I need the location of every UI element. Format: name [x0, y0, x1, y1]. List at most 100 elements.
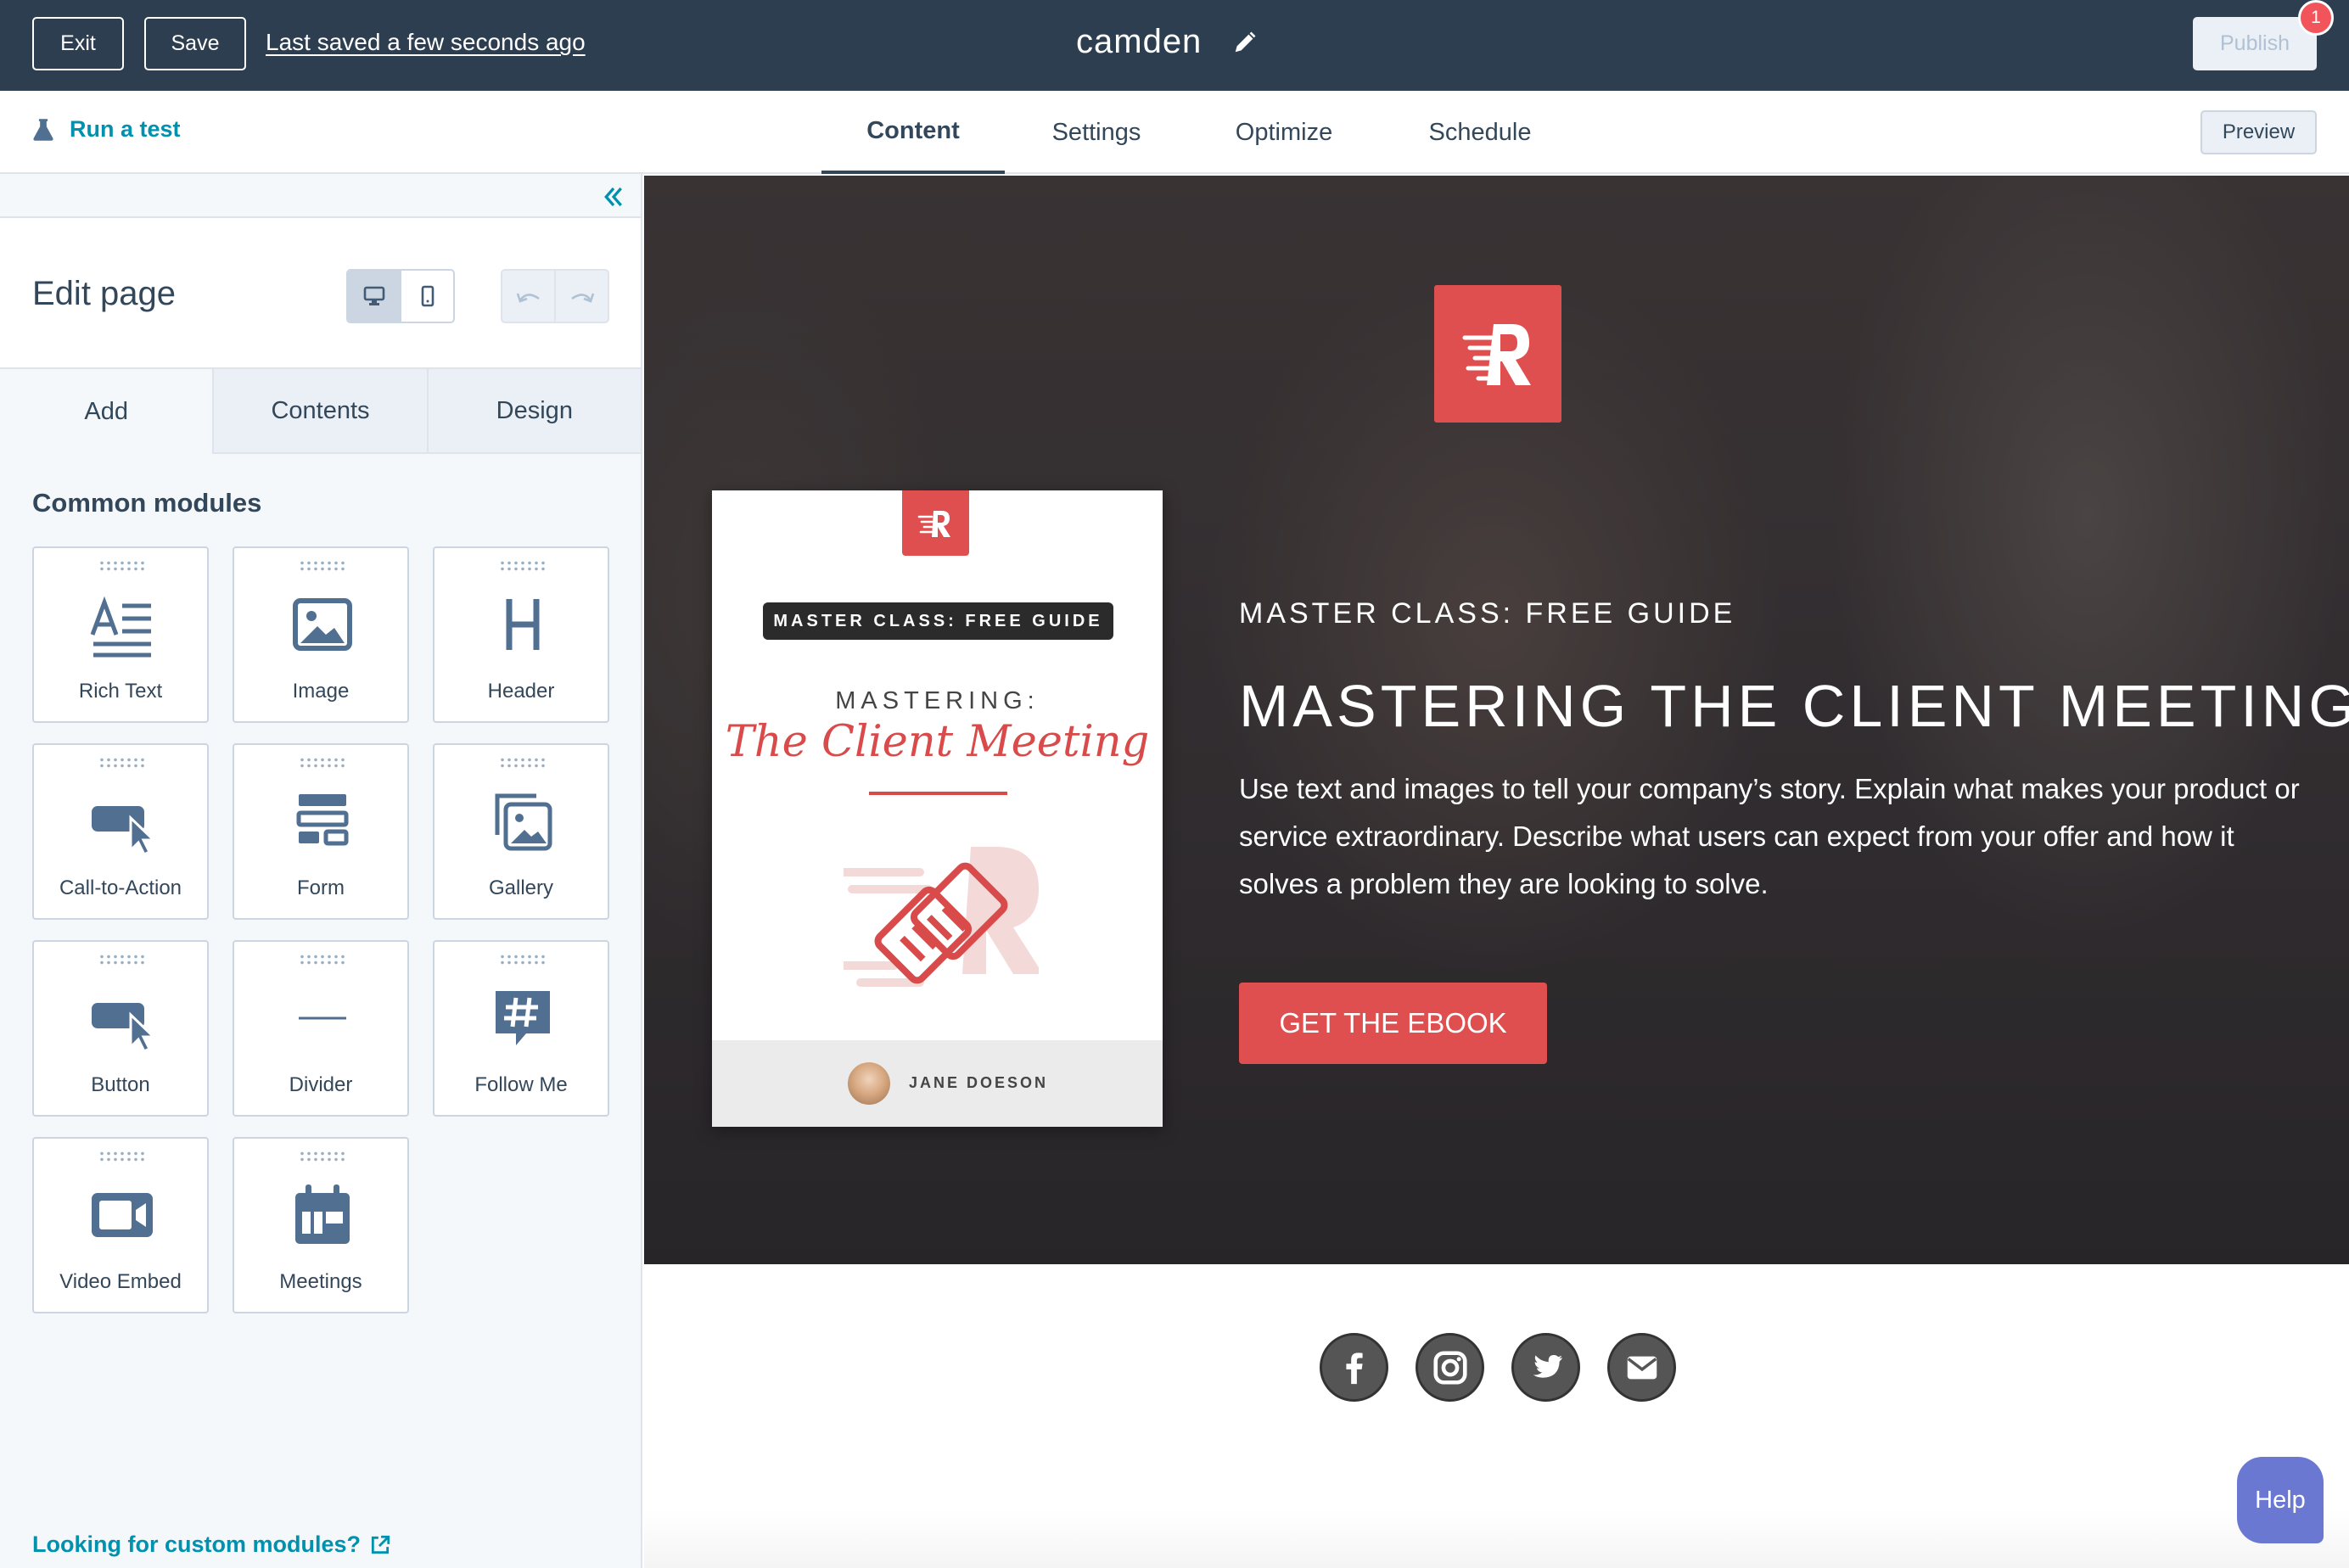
hero-eyebrow[interactable]: MASTER CLASS: FREE GUIDE: [1239, 597, 1735, 630]
hashtag-icon: [496, 991, 550, 1045]
book-client-meeting: The Client Meeting: [725, 717, 1150, 767]
tab-schedule[interactable]: Schedule: [1380, 91, 1580, 174]
desktop-icon: [363, 286, 384, 305]
desktop-view-button[interactable]: [348, 271, 400, 322]
tab-content[interactable]: Content: [821, 91, 1005, 174]
hero-body-text[interactable]: Use text and images to tell your company…: [1239, 765, 2300, 908]
sidebar-tabs: Add Contents Design: [0, 369, 641, 454]
get-ebook-button[interactable]: GET THE EBOOK: [1239, 983, 1547, 1064]
run-test-label: Run a test: [70, 116, 181, 142]
canvas-footer-edge: [644, 1510, 2349, 1568]
book-author-bar: JANE DOESON: [712, 1040, 1163, 1127]
module-image[interactable]: Image: [233, 546, 409, 723]
collapse-double-chevron-icon[interactable]: [601, 184, 626, 210]
device-toggle: [346, 269, 455, 323]
module-label: Divider: [289, 1073, 353, 1096]
notification-badge: 1: [2298, 0, 2334, 36]
top-bar: Exit Save Last saved a few seconds ago c…: [0, 0, 2349, 91]
module-divider[interactable]: Divider: [233, 940, 409, 1117]
exit-button[interactable]: Exit: [32, 17, 124, 70]
redo-icon: [570, 293, 594, 303]
undo-icon: [516, 293, 540, 303]
common-modules-heading: Common modules: [32, 488, 262, 518]
custom-modules-link[interactable]: Looking for custom modules?: [32, 1532, 391, 1558]
module-label: Video Embed: [59, 1270, 182, 1293]
flask-icon: [33, 118, 53, 141]
author-avatar: [848, 1062, 890, 1105]
drag-handle-icon: [499, 560, 547, 572]
drag-handle-icon: [98, 954, 146, 966]
tab-settings[interactable]: Settings: [1005, 91, 1188, 174]
drag-handle-icon: [98, 1151, 146, 1162]
last-saved-link[interactable]: Last saved a few seconds ago: [266, 29, 586, 56]
brand-logo-icon: [1462, 324, 1531, 385]
module-header[interactable]: Header: [433, 546, 609, 723]
tab-design[interactable]: Design: [426, 369, 641, 454]
instagram-icon[interactable]: [1416, 1333, 1484, 1402]
edit-sidebar: Edit page Add Contents Design Common mod…: [0, 174, 642, 1568]
drag-handle-icon: [299, 560, 346, 572]
publish-button[interactable]: Publish: [2193, 17, 2317, 70]
module-follow-me[interactable]: Follow Me: [433, 940, 609, 1117]
sidebar-collapse-row: [0, 174, 641, 218]
book-divider: [869, 792, 1007, 795]
book-author: JANE DOESON: [909, 1074, 1049, 1091]
hero-title[interactable]: MASTERING THE CLIENT MEETING: [1239, 672, 2349, 740]
sidebar-title: Edit page: [32, 275, 177, 312]
module-form[interactable]: Form: [233, 743, 409, 920]
module-rich-text[interactable]: Rich Text: [32, 546, 209, 723]
edit-header: Edit page: [0, 218, 641, 369]
pencil-icon[interactable]: [1232, 30, 1258, 55]
help-button[interactable]: Help: [2237, 1457, 2324, 1543]
header-icon: [506, 599, 540, 650]
module-meetings[interactable]: Meetings: [233, 1137, 409, 1313]
drag-handle-icon: [299, 1151, 346, 1162]
hero-section[interactable]: MASTER CLASS: FREE GUIDE MASTERING: The …: [644, 176, 2349, 1264]
book-mastering: MASTERING:: [835, 687, 1040, 714]
module-button[interactable]: Button: [32, 940, 209, 1117]
tab-optimize[interactable]: Optimize: [1188, 91, 1380, 174]
handshake-icon: [844, 847, 1039, 987]
drag-handle-icon: [299, 954, 346, 966]
module-label: Button: [91, 1073, 150, 1096]
module-label: Header: [487, 680, 555, 703]
module-label: Gallery: [488, 876, 554, 899]
book-pill: MASTER CLASS: FREE GUIDE: [763, 602, 1113, 640]
editor-nav: Run a test Content Settings Optimize Sch…: [0, 91, 2349, 174]
module-label: Rich Text: [78, 680, 163, 703]
drag-handle-icon: [98, 560, 146, 572]
form-icon: [296, 794, 349, 846]
twitter-icon[interactable]: [1511, 1333, 1580, 1402]
brand-logo: [1434, 285, 1561, 423]
calendar-icon: [295, 1184, 350, 1244]
undo-redo-group: [501, 269, 609, 323]
module-call-to-action[interactable]: Call-to-Action: [32, 743, 209, 920]
tab-add[interactable]: Add: [0, 369, 213, 454]
page-name: camden: [1076, 23, 1203, 60]
module-label: Image: [292, 680, 350, 703]
module-gallery[interactable]: Gallery: [433, 743, 609, 920]
save-button[interactable]: Save: [144, 17, 246, 70]
button-icon: [92, 1003, 156, 1052]
gallery-icon: [495, 793, 552, 851]
drag-handle-icon: [499, 757, 547, 769]
module-label: Form: [297, 876, 345, 899]
module-video-embed[interactable]: Video Embed: [32, 1137, 209, 1313]
drag-handle-icon: [499, 954, 547, 966]
email-icon[interactable]: [1607, 1333, 1676, 1402]
divider-icon: [299, 1016, 346, 1020]
custom-modules-label: Looking for custom modules?: [32, 1532, 362, 1557]
redo-button[interactable]: [554, 271, 608, 322]
facebook-icon[interactable]: [1320, 1333, 1388, 1402]
undo-button[interactable]: [502, 271, 554, 322]
video-icon: [92, 1193, 153, 1237]
mobile-view-button[interactable]: [400, 271, 453, 322]
image-icon: [293, 598, 352, 651]
tab-contents[interactable]: Contents: [212, 369, 427, 454]
preview-button[interactable]: Preview: [2200, 110, 2317, 154]
run-test-link[interactable]: Run a test: [32, 116, 181, 143]
book-logo-icon: [902, 490, 969, 556]
external-link-icon: [371, 1535, 390, 1554]
module-label: Meetings: [279, 1270, 362, 1293]
module-label: Call-to-Action: [59, 876, 182, 899]
